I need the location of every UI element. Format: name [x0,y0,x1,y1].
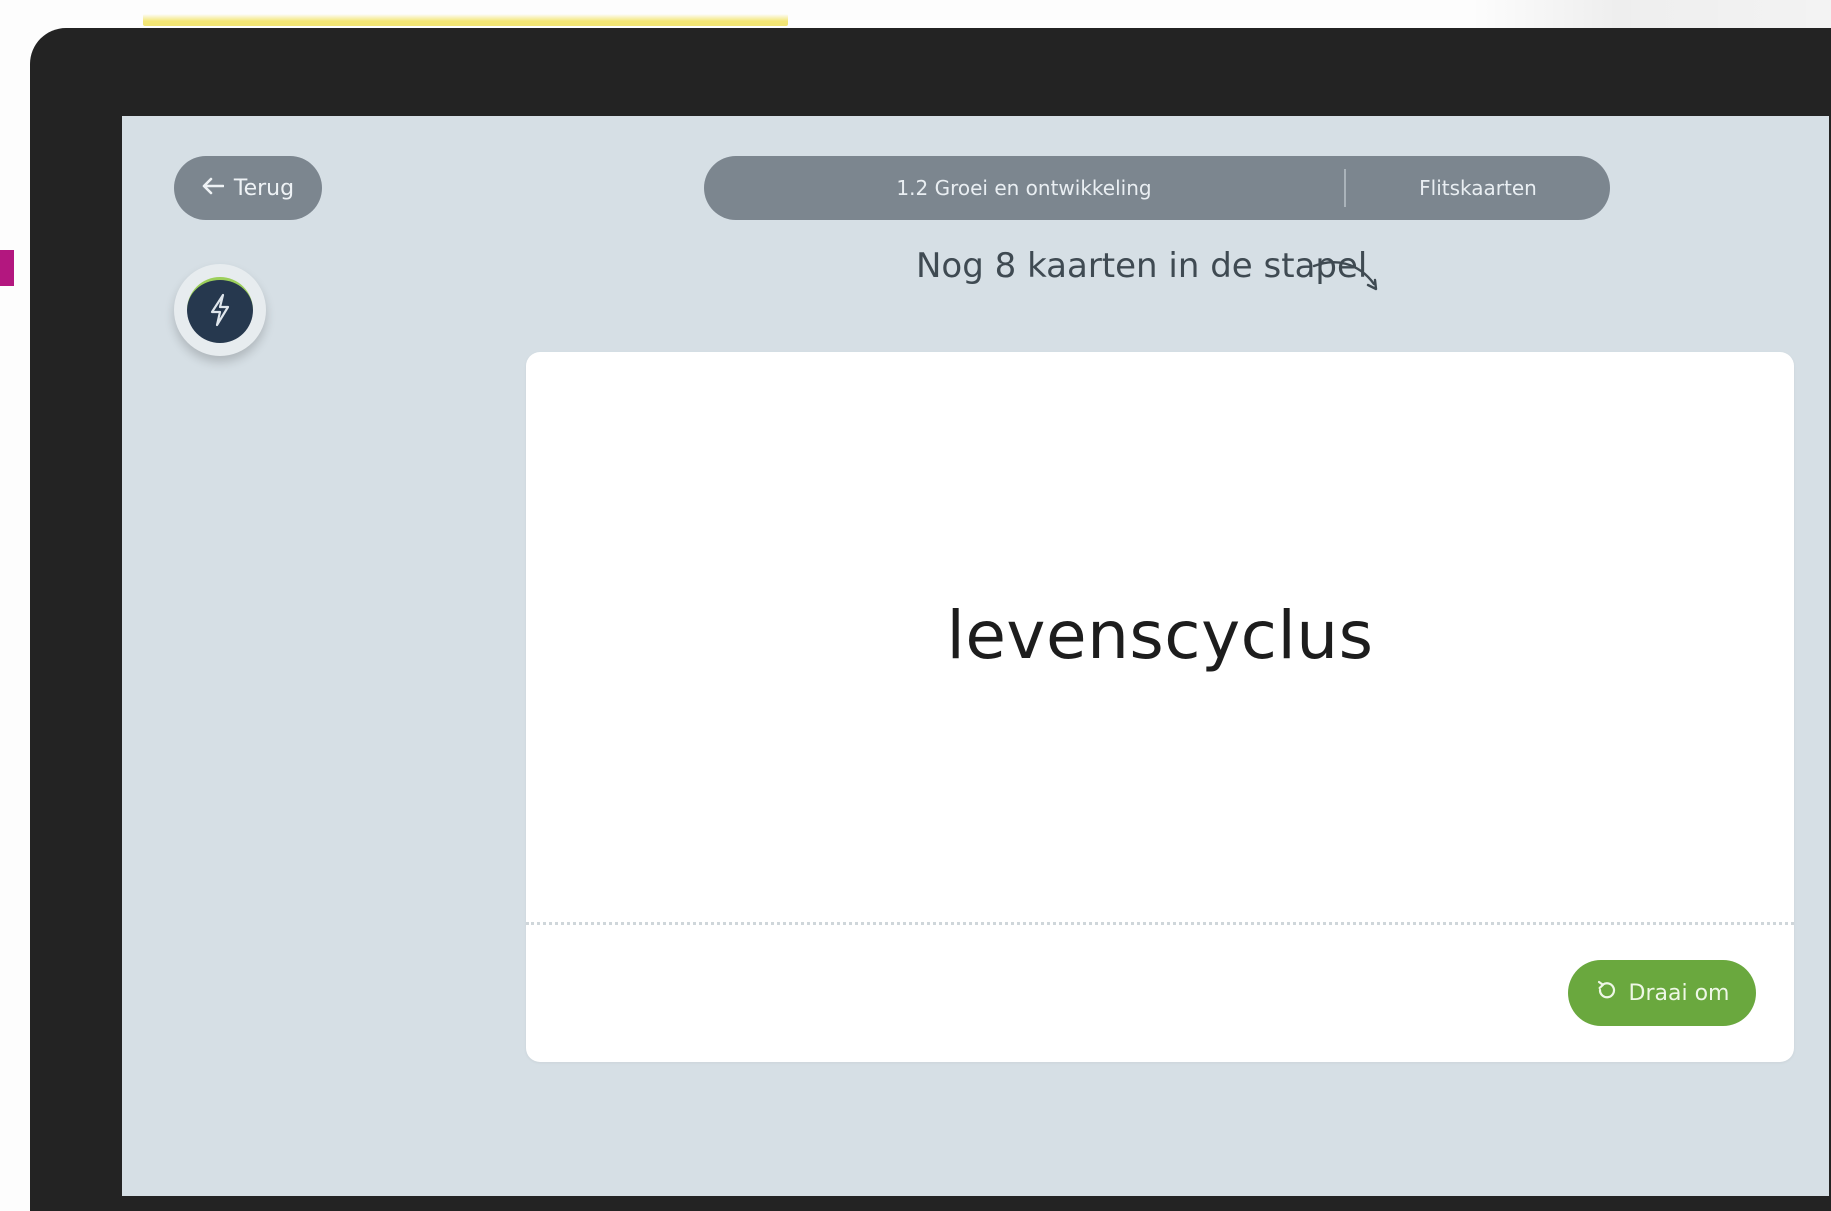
back-button[interactable]: Terug [174,156,322,220]
back-button-label: Terug [233,175,295,201]
card-divider [526,922,1794,925]
quick-mode-button[interactable] [174,264,266,356]
flip-card-label: Draai om [1628,980,1730,1006]
magenta-marker [0,250,14,286]
stage: Terug 1.2 Groei en ontwikkeling Flitskaa… [0,0,1831,1211]
breadcrumb: 1.2 Groei en ontwikkeling Flitskaarten [704,156,1610,220]
app-screen: Terug 1.2 Groei en ontwikkeling Flitskaa… [122,116,1829,1196]
bolt-badge [187,277,253,343]
device-frame: Terug 1.2 Groei en ontwikkeling Flitskaa… [30,28,1831,1211]
lightning-icon [205,293,235,331]
rotate-icon [1595,980,1619,1006]
highlight-underline [143,14,788,26]
arrow-left-icon [202,176,225,201]
curved-arrow-icon [1312,261,1378,291]
flash-card[interactable]: levenscyclus Draai om [526,352,1794,1062]
card-term: levenscyclus [946,597,1374,674]
breadcrumb-mode[interactable]: Flitskaarten [1346,176,1610,200]
paper-shadow [1471,0,1831,30]
remaining-cards-text: Nog 8 kaarten in de stapel [916,246,1368,286]
flip-card-button[interactable]: Draai om [1568,960,1756,1026]
breadcrumb-section[interactable]: 1.2 Groei en ontwikkeling [704,176,1344,200]
